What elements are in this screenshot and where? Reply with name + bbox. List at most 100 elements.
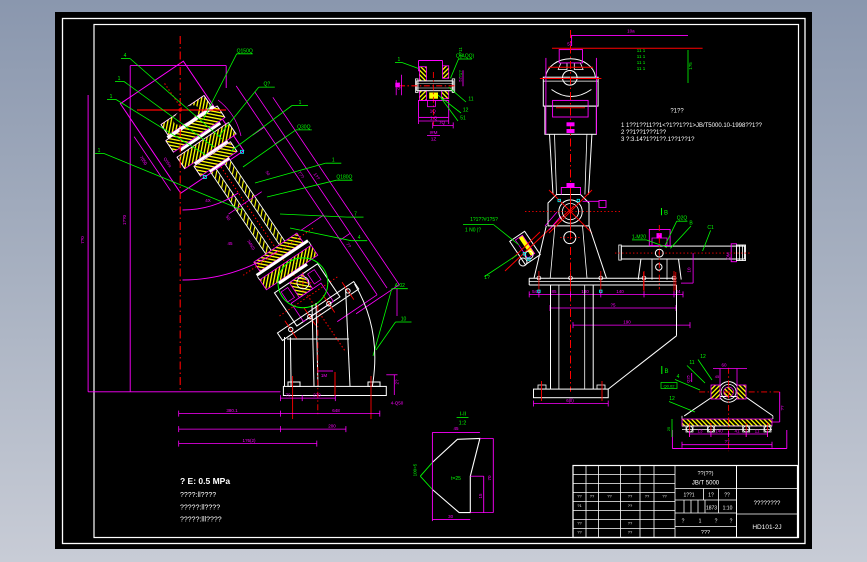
- svg-text:4-Q50: 4-Q50: [391, 401, 404, 406]
- svg-text:t=25: t=25: [451, 476, 461, 482]
- svg-text:11: 11: [468, 97, 473, 103]
- svg-text:Q25: Q25: [686, 374, 691, 382]
- svg-text:?1?: ?1?: [458, 70, 463, 78]
- svg-text:51: 51: [460, 116, 466, 122]
- svg-text:200: 200: [328, 424, 336, 429]
- svg-text:?: ?: [682, 519, 685, 525]
- svg-text:4: 4: [677, 374, 680, 380]
- svg-text:60: 60: [721, 363, 727, 368]
- svg-text:50: 50: [567, 42, 573, 47]
- svg-text:1?1??#1?5?: 1?1??#1?5?: [470, 217, 498, 223]
- svg-text:190: 190: [623, 320, 631, 325]
- svg-text:3 ?:3.14?1??1??.1??1??1?: 3 ?:3.14?1??1??.1??1??1?: [621, 137, 695, 143]
- svg-text:2?: 2?: [395, 379, 400, 385]
- svg-text:1:2: 1:2: [459, 421, 467, 427]
- svg-text:85: 85: [551, 289, 557, 294]
- svg-text:??: ??: [724, 439, 730, 444]
- svg-text:??: ??: [724, 493, 730, 499]
- svg-text:?????:lll????: ?????:lll????: [180, 517, 222, 524]
- svg-text:45: 45: [453, 426, 459, 431]
- svg-text:30: 30: [448, 514, 454, 519]
- svg-text:C1: C1: [707, 225, 714, 231]
- svg-text:JB/T 5000: JB/T 5000: [692, 481, 720, 487]
- svg-text:54: 54: [532, 289, 538, 294]
- svg-text:270: 270: [313, 393, 321, 398]
- svg-text:1?11: 1?11: [458, 47, 463, 57]
- svg-text:11 1: 11 1: [637, 60, 646, 65]
- svg-text:??: ??: [607, 494, 612, 499]
- svg-text:??: ??: [662, 494, 667, 499]
- svg-text:1?5(2): 1?5(2): [242, 438, 256, 443]
- svg-text:13: 13: [697, 429, 703, 434]
- svg-text:45: 45: [715, 374, 720, 379]
- svg-text:Q05: Q05: [396, 81, 401, 89]
- svg-text:??: ??: [645, 494, 650, 499]
- svg-text:25: 25: [666, 426, 671, 431]
- svg-text:??: ??: [577, 494, 582, 499]
- svg-text:1??1: 1??1: [683, 493, 694, 499]
- svg-text:70: 70: [285, 393, 291, 398]
- svg-text:??: ??: [628, 530, 633, 535]
- svg-text:12: 12: [700, 354, 706, 360]
- svg-text:180: 180: [581, 289, 589, 294]
- svg-text:1?5: 1?5: [688, 62, 693, 70]
- svg-text:648: 648: [332, 408, 340, 413]
- svg-text:10: 10: [687, 267, 692, 273]
- svg-text:1Z: 1Z: [431, 137, 437, 143]
- svg-text:380.1: 380.1: [226, 408, 238, 413]
- svg-text:1Q: 1Q: [430, 109, 437, 114]
- svg-text:??: ??: [628, 503, 633, 508]
- svg-text:??: ??: [590, 494, 595, 499]
- svg-text:11 1: 11 1: [637, 54, 646, 59]
- svg-text:15: 15: [478, 493, 483, 499]
- svg-text:??: ??: [628, 494, 633, 499]
- svg-text:????:ll????: ????:ll????: [180, 492, 216, 499]
- svg-text:11 1: 11 1: [637, 48, 646, 53]
- svg-text:??: ??: [628, 521, 633, 526]
- svg-text:1??0: 1??0: [122, 214, 127, 225]
- svg-text:11: 11: [755, 429, 760, 434]
- svg-text:7?0: 7?0: [80, 236, 85, 244]
- svg-text:? E: 0.5 MPa: ? E: 0.5 MPa: [180, 476, 230, 486]
- svg-text:12: 12: [669, 396, 675, 402]
- svg-text:11: 11: [689, 360, 694, 366]
- svg-text:1: 1: [699, 519, 702, 525]
- svg-text:70: 70: [487, 475, 492, 481]
- svg-text:??: ??: [780, 405, 785, 411]
- svg-text:140: 140: [715, 429, 723, 434]
- svg-text:I-II: I-II: [460, 412, 467, 418]
- svg-text:1:10: 1:10: [723, 506, 733, 512]
- svg-text:7Q: 7Q: [439, 120, 446, 125]
- svg-text:Q0.02: Q0.02: [664, 384, 676, 389]
- svg-text:1M: 1M: [321, 373, 328, 378]
- svg-text:????????: ????????: [754, 501, 781, 507]
- svg-text:140: 140: [616, 289, 624, 294]
- svg-text:1 1??1??11??1<?1??1??1>JB/T50: 1 1??1??11??1<?1??1??1>JB/T5000.10-1998?…: [621, 123, 763, 129]
- svg-text:??: ??: [577, 530, 582, 535]
- svg-text:10a: 10a: [627, 29, 635, 34]
- svg-text:??(??): ??(??): [698, 471, 714, 477]
- svg-text:?1: ?1: [577, 503, 582, 508]
- svg-text:100>5: 100>5: [413, 463, 418, 476]
- svg-text:4X: 4X: [205, 198, 211, 203]
- svg-text:?5: ?5: [610, 303, 616, 308]
- svg-text:?: ?: [730, 519, 733, 525]
- svg-text:6(ll): 6(ll): [566, 398, 574, 403]
- svg-text:1873: 1873: [706, 506, 717, 512]
- svg-text:12: 12: [463, 108, 469, 114]
- svg-text:B: B: [664, 369, 668, 375]
- svg-text:41: 41: [734, 429, 740, 434]
- svg-text:??: ??: [577, 521, 582, 526]
- svg-text:2 ??1??1???1??: 2 ??1??1???1??: [621, 130, 667, 136]
- svg-text:B: B: [664, 210, 668, 216]
- svg-text:1 N0 |?: 1 N0 |?: [465, 228, 481, 234]
- svg-text:?: ?: [715, 519, 718, 525]
- svg-text:?1??: ?1??: [670, 109, 684, 115]
- svg-text:11 1: 11 1: [637, 66, 646, 71]
- svg-text:QM: QM: [726, 252, 731, 260]
- svg-text:?????:ll????: ?????:ll????: [180, 505, 220, 512]
- svg-text:1?: 1?: [708, 493, 714, 499]
- svg-text:HD101-2J: HD101-2J: [752, 524, 781, 531]
- svg-text:1.Q: 1.Q: [430, 116, 438, 121]
- svg-text:???: ???: [701, 530, 710, 536]
